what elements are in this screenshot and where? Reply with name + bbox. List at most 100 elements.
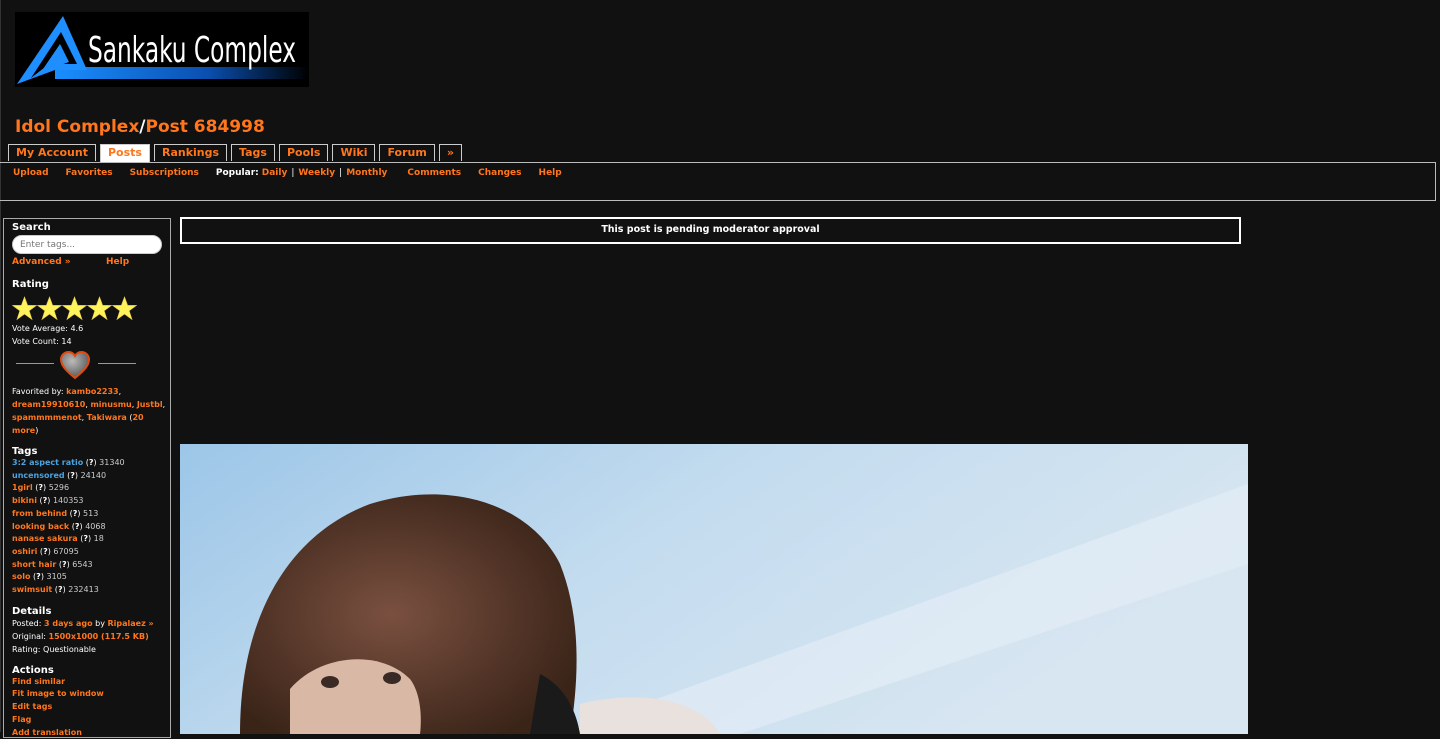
heart-icon[interactable]	[59, 350, 91, 380]
tag-count: 31340	[99, 458, 125, 467]
tab-wiki[interactable]: Wiki	[332, 144, 376, 161]
tag-count: 513	[83, 508, 99, 518]
tag-wiki-link[interactable]: ?	[83, 534, 88, 543]
tag-item: bikini (?) 140353	[12, 496, 84, 506]
tag-count: 4068	[85, 521, 106, 531]
search-help-link[interactable]: Help	[106, 257, 129, 267]
site-logo[interactable]: Sankaku Complex	[15, 12, 309, 87]
tab-my-account[interactable]: My Account	[8, 144, 96, 161]
rating-heading: Rating	[12, 279, 49, 290]
action-flag[interactable]: Flag	[12, 714, 170, 727]
details-rating: Rating: Questionable	[12, 644, 96, 654]
tag-item: swimsuit (?) 232413	[12, 585, 99, 595]
subnav-comments[interactable]: Comments	[407, 168, 461, 178]
tab-posts[interactable]: Posts	[99, 144, 150, 163]
tag-item: 3:2 aspect ratio (?) 31340	[12, 458, 125, 467]
tag-link[interactable]: looking back	[12, 522, 69, 531]
subnav-border-top	[0, 162, 1436, 163]
tab-tags[interactable]: Tags	[231, 144, 275, 161]
star-icon[interactable]	[112, 296, 137, 321]
advanced-search-link[interactable]: Advanced »	[12, 257, 71, 267]
tag-count: 6543	[72, 559, 93, 569]
tag-item: 1girl (?) 5296	[12, 483, 70, 493]
page-edge	[0, 0, 1, 732]
rating-value: Questionable	[43, 644, 96, 654]
star-icon[interactable]	[62, 296, 87, 321]
search-input[interactable]	[12, 235, 162, 254]
action-edit-tags[interactable]: Edit tags	[12, 701, 170, 714]
favorited-user[interactable]: minusmu	[90, 400, 131, 409]
tag-link[interactable]: solo	[12, 572, 31, 581]
tag-list: 3:2 aspect ratio (?) 31340 uncensored (?)…	[12, 457, 170, 597]
action-find-similar[interactable]: Find similar	[12, 676, 170, 689]
subnav-border-bottom	[0, 200, 1436, 201]
tag-link[interactable]: from behind	[12, 509, 67, 518]
tag-link[interactable]: bikini	[12, 496, 37, 505]
tag-link[interactable]: swimsuit	[12, 585, 52, 594]
favorited-label: Favorited by:	[12, 387, 64, 396]
tab-pools[interactable]: Pools	[278, 144, 329, 161]
tag-wiki-link[interactable]: ?	[89, 458, 94, 467]
tab-rankings[interactable]: Rankings	[153, 144, 228, 161]
star-icon[interactable]	[37, 296, 62, 321]
tag-wiki-link[interactable]: ?	[62, 560, 67, 569]
popular-separator: |	[291, 168, 295, 178]
tag-wiki-link[interactable]: ?	[73, 509, 78, 518]
favorited-user[interactable]: spammmmenot	[12, 413, 82, 422]
star-icon[interactable]	[87, 296, 112, 321]
tab-more[interactable]: »	[438, 144, 462, 161]
site-title-link[interactable]: Idol Complex	[15, 117, 139, 137]
tag-wiki-link[interactable]: ?	[36, 572, 41, 581]
tag-item: solo (?) 3105	[12, 572, 67, 582]
post-image[interactable]	[180, 444, 1248, 734]
tag-link[interactable]: nanase sakura	[12, 534, 78, 543]
tag-item: nanase sakura (?) 18	[12, 534, 104, 544]
favorited-user[interactable]: Takiwara	[87, 413, 127, 422]
post-title-link[interactable]: Post 684998	[146, 117, 265, 137]
rating-stars	[12, 296, 170, 322]
original-image-link[interactable]: 1500x1000 (117.5 KB)	[49, 632, 149, 641]
popular-monthly[interactable]: Monthly	[346, 168, 387, 178]
tag-wiki-link[interactable]: ?	[70, 471, 75, 480]
tag-link[interactable]: uncensored	[12, 471, 65, 480]
action-fit-image[interactable]: Fit image to window	[12, 688, 170, 701]
uploader-link[interactable]: Ripalaez »	[108, 619, 154, 628]
tag-item: uncensored (?) 24140	[12, 470, 107, 480]
tag-link[interactable]: 1girl	[12, 483, 33, 492]
tag-link[interactable]: oshiri	[12, 547, 37, 556]
action-add-translation[interactable]: Add translation	[12, 727, 170, 739]
tags-heading: Tags	[12, 446, 38, 457]
divider	[16, 363, 54, 364]
subnav-border-right	[1435, 162, 1436, 201]
subnav-favorites[interactable]: Favorites	[66, 168, 113, 178]
tag-link[interactable]: short hair	[12, 560, 56, 569]
favorited-user[interactable]: Justbl	[137, 400, 163, 409]
subnav-changes[interactable]: Changes	[478, 168, 521, 178]
favorited-user[interactable]: kambo2233	[66, 387, 119, 396]
popular-daily[interactable]: Daily	[262, 168, 288, 178]
vote-average-value: 4.6	[70, 324, 84, 333]
tag-count: 140353	[52, 496, 84, 506]
favorited-user[interactable]: dream19910610	[12, 400, 85, 409]
tag-wiki-link[interactable]: ?	[43, 547, 48, 556]
popular-separator: |	[339, 168, 343, 178]
subnav-upload[interactable]: Upload	[13, 168, 49, 178]
details-heading: Details	[12, 605, 52, 617]
tag-wiki-link[interactable]: ?	[58, 585, 63, 594]
tag-wiki-link[interactable]: ?	[75, 522, 80, 531]
popular-weekly[interactable]: Weekly	[298, 168, 335, 178]
pending-approval-notice: This post is pending moderator approval	[180, 217, 1241, 244]
tab-forum[interactable]: Forum	[379, 144, 435, 161]
star-icon[interactable]	[12, 296, 37, 321]
post-photo	[180, 444, 1248, 734]
subnav-subscriptions[interactable]: Subscriptions	[130, 168, 199, 178]
tag-wiki-link[interactable]: ?	[38, 483, 43, 492]
tag-link[interactable]: 3:2 aspect ratio	[12, 458, 83, 467]
favorite-row	[12, 350, 170, 385]
divider	[98, 363, 136, 364]
main-tabs: My Account Posts Rankings Tags Pools Wik…	[8, 144, 462, 163]
tag-wiki-link[interactable]: ?	[43, 496, 48, 505]
logo-graphic: Sankaku Complex	[15, 12, 309, 87]
subnav-help[interactable]: Help	[539, 168, 562, 178]
posted-time-link[interactable]: 3 days ago	[44, 619, 93, 628]
